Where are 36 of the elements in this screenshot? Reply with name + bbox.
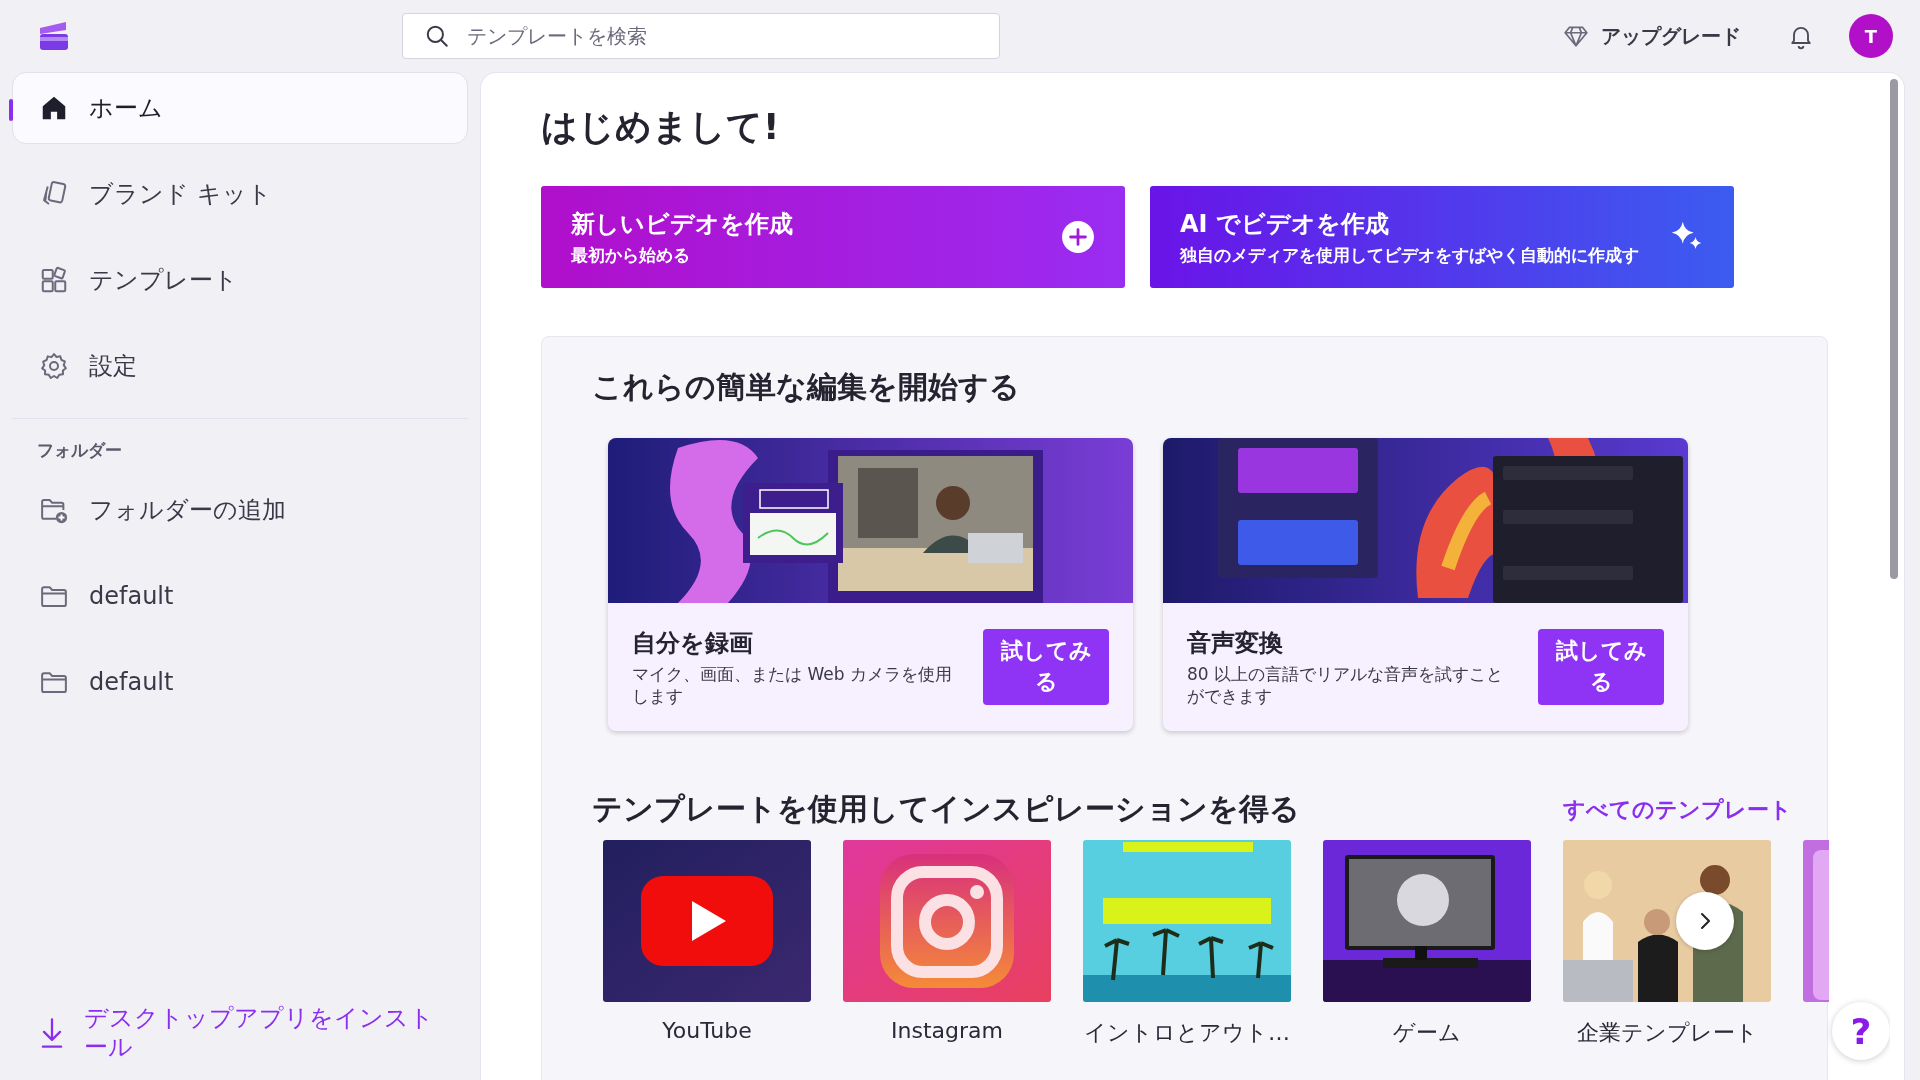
section-title: テンプレートを使用してインスピレーションを得る xyxy=(592,790,1300,829)
search-icon xyxy=(424,23,450,49)
card-description: マイク、画面、または Web カメラを使用します xyxy=(632,663,953,708)
sidebar-item[interactable]: 設定 xyxy=(12,330,468,402)
help-button[interactable]: ? xyxy=(1832,1002,1890,1060)
search-field[interactable]: テンプレートを検索 xyxy=(402,13,1000,59)
template-icon xyxy=(39,265,69,295)
sidebar-item[interactable]: ホーム xyxy=(12,72,468,144)
card-title: 音声変換 xyxy=(1187,628,1284,659)
template-tile[interactable]: Instagram xyxy=(843,840,1051,1049)
card-title: 自分を録画 xyxy=(632,628,754,659)
card-description: 80 以上の言語でリアルな音声を試すことができます xyxy=(1187,663,1505,708)
create-video-button[interactable]: 新しいビデオを作成 最初から始める xyxy=(541,186,1125,288)
add-folder-item[interactable]: フォルダーの追加 xyxy=(12,474,468,546)
plus-icon xyxy=(1061,220,1095,254)
template-tile[interactable]: イントロとアウト… xyxy=(1083,840,1291,1049)
template-tile[interactable]: ゲーム xyxy=(1323,840,1531,1049)
sidebar-item[interactable]: ブランド キット xyxy=(12,158,468,230)
page-title: はじめまして! xyxy=(541,105,781,149)
try-button[interactable]: 試してみる xyxy=(1538,629,1664,706)
install-link[interactable]: デスクトップアプリをインストール xyxy=(12,1004,468,1062)
folder-item[interactable]: default xyxy=(12,646,468,718)
settings-icon xyxy=(39,351,69,381)
section-title: これらの簡単な編集を開始する xyxy=(592,368,1021,406)
see-all-link[interactable]: すべてのテンプレート xyxy=(1563,794,1792,825)
section-heading: フォルダー xyxy=(36,439,123,462)
diamond-icon xyxy=(1563,23,1589,49)
try-button[interactable]: 試してみる xyxy=(983,629,1109,706)
upgrade-button[interactable]: アップグレード xyxy=(1563,22,1741,50)
sidebar-item[interactable]: テンプレート xyxy=(12,244,468,316)
template-tile[interactable]: 企業テンプレート xyxy=(1563,840,1771,1049)
user-avatar[interactable]: T xyxy=(1849,14,1893,58)
create-video-button[interactable]: AI でビデオを作成 独自のメディアを使用してビデオをすばやく自動的に作成す xyxy=(1150,186,1734,288)
folder-item[interactable]: default xyxy=(12,560,468,632)
scrollbar[interactable] xyxy=(1890,79,1898,579)
template-tile[interactable]: YouTube xyxy=(603,840,811,1049)
